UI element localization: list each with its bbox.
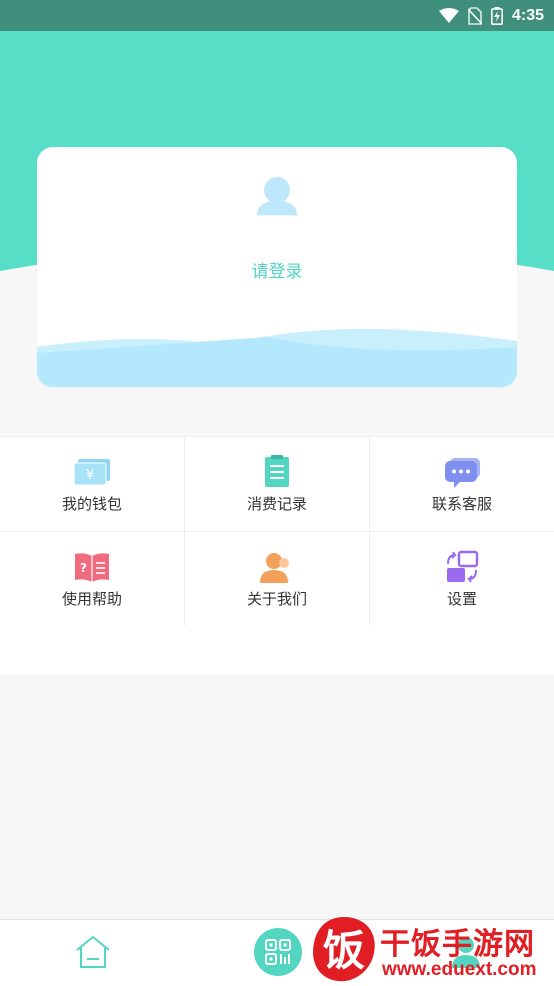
menu-item-contact[interactable]: 联系客服	[370, 437, 554, 531]
login-card[interactable]: 请登录	[37, 147, 517, 387]
wifi-icon	[438, 7, 459, 23]
menu-label: 我的钱包	[61, 495, 122, 513]
menu-item-help[interactable]: ? 使用帮助	[0, 532, 184, 626]
scan-button[interactable]	[254, 928, 302, 976]
no-sim-icon	[467, 6, 482, 25]
help-book-icon: ?	[75, 553, 109, 582]
menu-item-about[interactable]: 关于我们	[185, 532, 369, 626]
menu-label: 关于我们	[246, 590, 307, 608]
battery-charging-icon	[490, 6, 503, 25]
watermark-url: www.eduext.com	[382, 959, 537, 980]
status-bar: 4:35	[0, 0, 554, 31]
watermark: 饭 干饭手游网 www.eduext.com	[308, 913, 554, 986]
receipt-icon	[265, 455, 289, 487]
home-icon[interactable]	[74, 934, 112, 970]
svg-text:¥: ¥	[86, 468, 94, 483]
menu-label: 使用帮助	[61, 590, 122, 608]
menu-label: 联系客服	[431, 495, 492, 513]
status-icons: 4:35	[438, 0, 544, 31]
menu-label: 消费记录	[246, 495, 307, 513]
settings-switch-icon	[447, 550, 479, 583]
watermark-logo-char: 饭	[323, 926, 365, 975]
menu-item-wallet[interactable]: ¥ 我的钱包	[0, 437, 184, 531]
chat-bubble-icon	[445, 458, 480, 488]
spacer-band	[0, 626, 554, 674]
menu-label: 设置	[446, 590, 477, 608]
status-time: 4:35	[511, 6, 544, 24]
svg-text:?: ?	[80, 561, 87, 575]
wallet-icon: ¥	[73, 459, 110, 486]
watermark-logo: 饭	[313, 917, 375, 982]
about-user-icon	[260, 553, 289, 583]
menu-grid: ¥ 我的钱包 消费记录 联系客服 ? 使用帮助 关于我们 设置	[0, 436, 554, 626]
card-waves	[37, 328, 517, 387]
menu-item-settings[interactable]: 设置	[370, 532, 554, 626]
menu-item-records[interactable]: 消费记录	[185, 437, 369, 531]
login-prompt[interactable]: 请登录	[37, 257, 517, 282]
watermark-name: 干饭手游网	[380, 927, 535, 962]
user-avatar-icon[interactable]	[257, 177, 297, 225]
scan-qr-icon	[265, 939, 291, 965]
